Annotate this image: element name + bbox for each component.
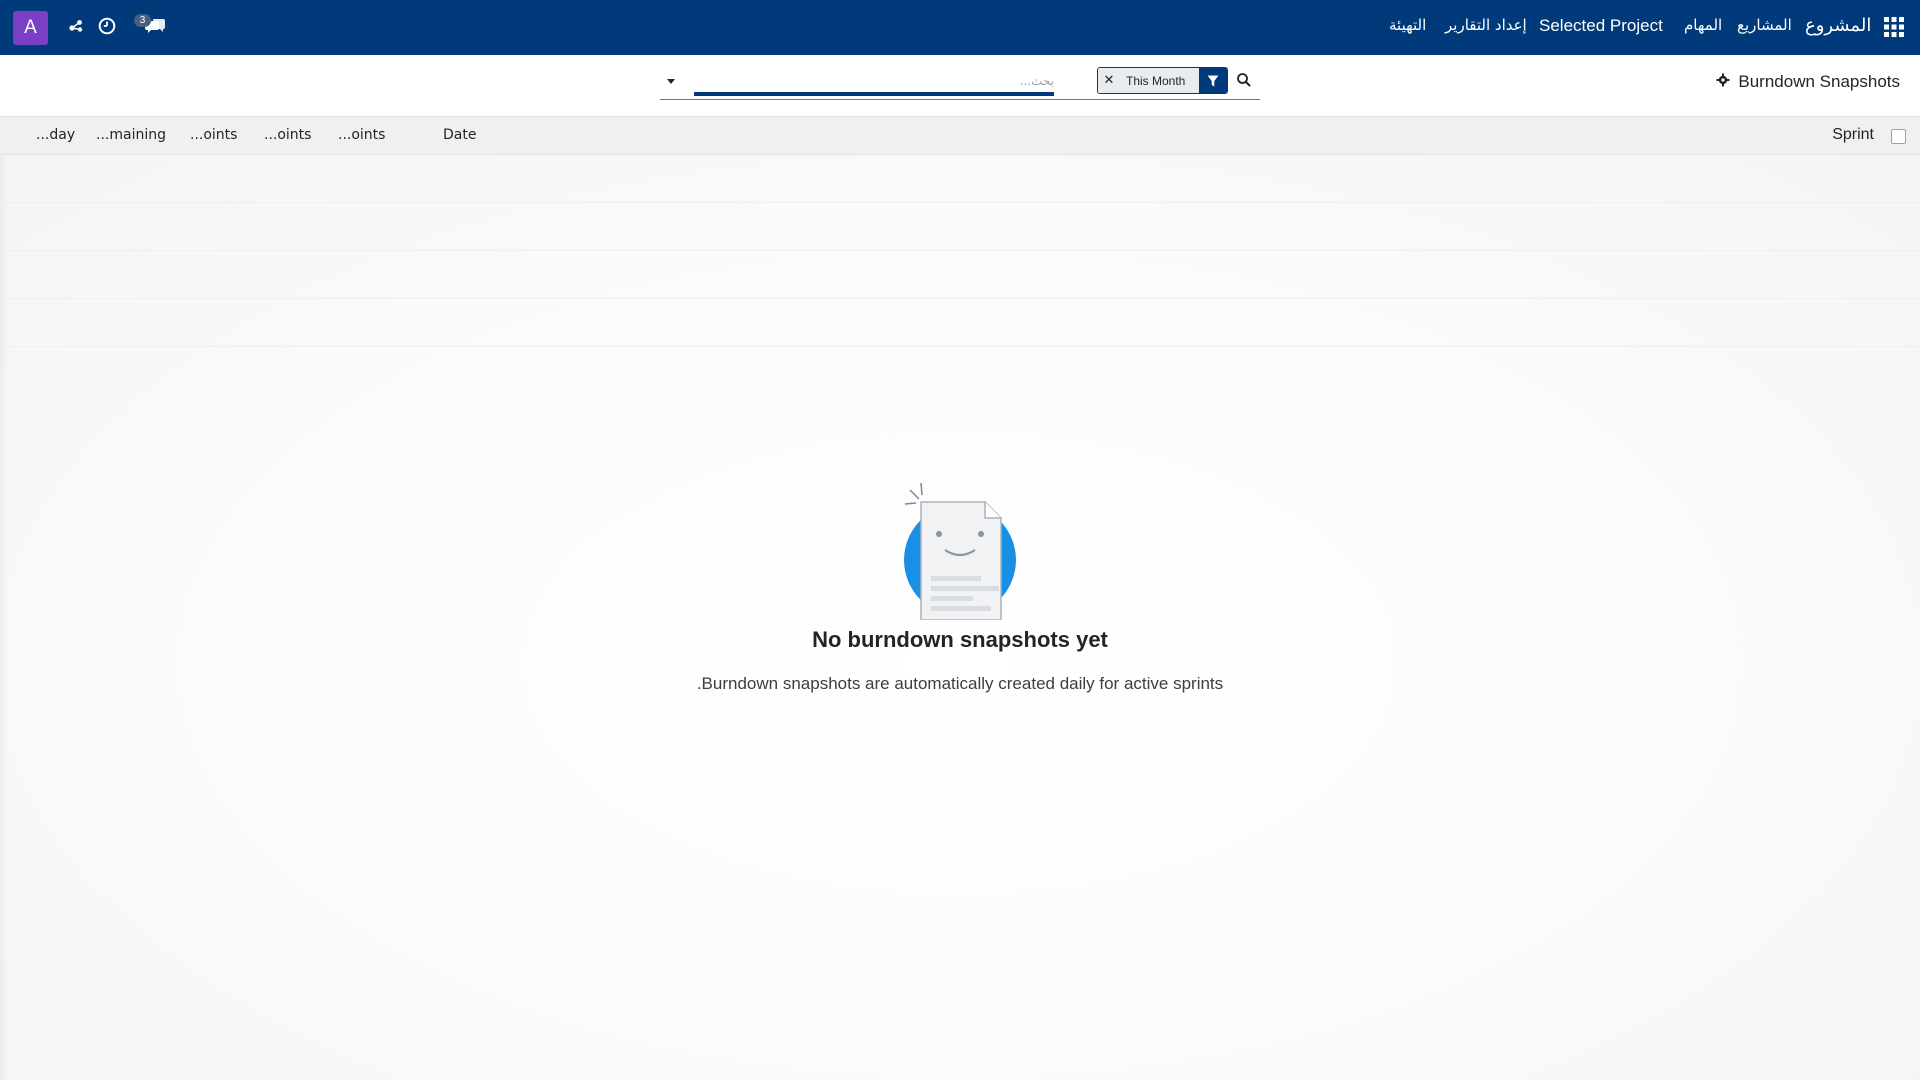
- menu-reporting[interactable]: إعداد التقارير: [1445, 16, 1527, 34]
- apps-grid-icon[interactable]: [1884, 17, 1906, 39]
- list-row-empty: [0, 299, 1920, 347]
- clock-icon[interactable]: [96, 15, 118, 37]
- column-header-day[interactable]: ...day: [36, 127, 75, 143]
- select-all-checkbox[interactable]: [1891, 129, 1906, 144]
- user-avatar[interactable]: A: [13, 11, 48, 45]
- column-header-points-1[interactable]: ...oints: [190, 127, 237, 143]
- column-header-points-3[interactable]: ...oints: [338, 127, 385, 143]
- column-header-sprint[interactable]: Sprint: [1832, 126, 1874, 144]
- share-icon[interactable]: [65, 15, 87, 37]
- menu-selected-project[interactable]: Selected Project: [1539, 16, 1663, 36]
- menu-config[interactable]: التهيئة: [1389, 16, 1426, 34]
- page-title: Burndown Snapshots: [1738, 72, 1900, 91]
- column-header-date[interactable]: Date: [443, 127, 476, 143]
- app-brand[interactable]: المشروع: [1805, 15, 1871, 36]
- empty-document-icon: [895, 480, 1025, 621]
- list-row-empty: [0, 203, 1920, 251]
- top-navbar: A 3 التهيئة إعداد التقارير Selected Proj…: [0, 0, 1920, 55]
- filter-icon: [1199, 68, 1227, 93]
- facet-value: This Month: [1120, 68, 1199, 93]
- search-icon[interactable]: [1236, 72, 1254, 90]
- search-input[interactable]: [694, 70, 1054, 96]
- empty-state-title: No burndown snapshots yet: [812, 627, 1108, 652]
- gear-icon[interactable]: [1716, 72, 1730, 92]
- list-header: ...day ...maining ...oints ...oints ...o…: [0, 117, 1920, 155]
- menu-tasks[interactable]: المهام: [1684, 16, 1722, 34]
- messages-count-badge: 3: [134, 14, 151, 27]
- caret-down-icon[interactable]: [664, 73, 680, 89]
- facet-remove-icon[interactable]: ✕: [1098, 68, 1120, 93]
- column-header-points-2[interactable]: ...oints: [264, 127, 311, 143]
- breadcrumb: Burndown Snapshots: [1716, 72, 1900, 92]
- empty-state-text: .Burndown snapshots are automatically cr…: [696, 674, 1224, 693]
- list-row-empty: [0, 251, 1920, 299]
- search-bar: ✕ This Month: [660, 65, 1260, 100]
- control-panel: Burndown Snapshots ✕ This Month: [0, 55, 1920, 117]
- list-row-empty: [0, 155, 1920, 203]
- search-facet: ✕ This Month: [1097, 67, 1228, 94]
- column-header-remaining[interactable]: ...maining: [96, 127, 166, 143]
- menu-projects[interactable]: المشاريع: [1737, 16, 1792, 34]
